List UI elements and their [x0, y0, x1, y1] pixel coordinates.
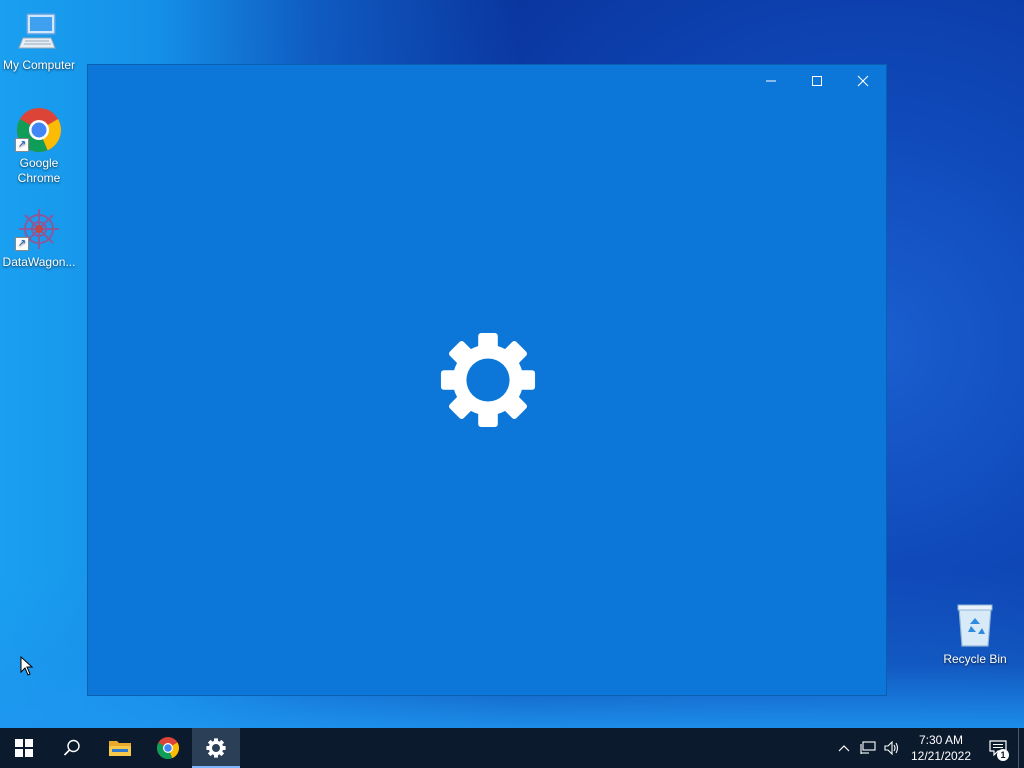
- clock[interactable]: 7:30 AM 12/21/2022: [908, 732, 974, 764]
- gear-icon: [206, 738, 226, 758]
- desktop-icon-label: DataWagon...: [2, 255, 76, 269]
- show-hidden-icons-button[interactable]: [832, 728, 856, 768]
- maximize-button[interactable]: [794, 65, 840, 97]
- close-icon: [857, 75, 869, 87]
- desktop-icon-my-computer[interactable]: My Computer: [0, 8, 78, 73]
- network-icon: [860, 741, 876, 754]
- desktop-icon-label: My Computer: [2, 58, 76, 72]
- maximize-icon: [812, 76, 822, 86]
- taskbar-chrome-button[interactable]: [144, 728, 192, 768]
- minimize-icon: [766, 80, 776, 82]
- desktop-icon-datawagon[interactable]: ↗ DataWagon...: [0, 205, 78, 270]
- folder-icon: [109, 741, 131, 756]
- taskbar-settings-button[interactable]: [192, 728, 240, 768]
- show-desktop-button[interactable]: [1018, 728, 1024, 768]
- file-explorer-button[interactable]: [96, 728, 144, 768]
- speaker-icon: [884, 741, 899, 755]
- desktop-icon-label: Google Chrome: [17, 156, 61, 185]
- volume-button[interactable]: [880, 728, 904, 768]
- chrome-icon: ↗: [15, 106, 63, 154]
- clock-date: 12/21/2022: [910, 749, 972, 763]
- start-button[interactable]: [0, 728, 48, 768]
- minimize-button[interactable]: [748, 65, 794, 97]
- chevron-up-icon: [838, 745, 850, 752]
- gear-icon: [440, 332, 536, 428]
- shortcut-arrow-icon: ↗: [15, 237, 29, 251]
- network-button[interactable]: [856, 728, 880, 768]
- notification-count-badge: 1: [997, 749, 1009, 761]
- window-controls: [748, 65, 886, 97]
- clock-time: 7:30 AM: [918, 733, 964, 747]
- computer-icon: [15, 8, 63, 56]
- search-icon: [63, 739, 80, 756]
- windows-logo-icon: [15, 739, 33, 757]
- desktop-icon-label: Recycle Bin: [943, 652, 1007, 666]
- recycle-bin-icon: [951, 602, 999, 650]
- desktop-icon-recycle-bin[interactable]: Recycle Bin: [936, 602, 1014, 667]
- shortcut-arrow-icon: ↗: [15, 138, 29, 152]
- action-center-button[interactable]: 1: [978, 728, 1018, 768]
- datawagon-icon: ↗: [15, 205, 63, 253]
- close-button[interactable]: [840, 65, 886, 97]
- desktop-icon-google-chrome[interactable]: ↗ Google Chrome: [0, 106, 78, 186]
- chrome-icon: [157, 737, 179, 759]
- system-tray: 7:30 AM 12/21/2022 1: [832, 728, 1024, 768]
- mouse-cursor-icon: [20, 656, 34, 676]
- search-button[interactable]: [48, 728, 96, 768]
- settings-window[interactable]: [87, 64, 887, 696]
- taskbar: 7:30 AM 12/21/2022 1: [0, 728, 1024, 768]
